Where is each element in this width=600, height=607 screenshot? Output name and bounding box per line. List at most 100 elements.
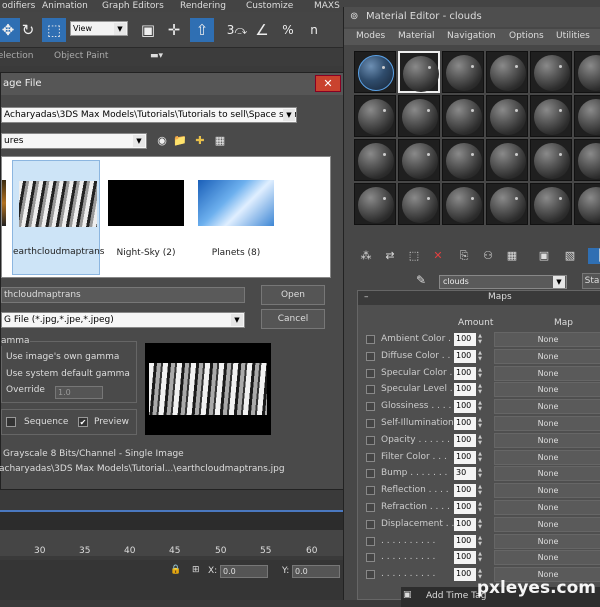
map-slot-button[interactable]: None <box>494 382 600 398</box>
material-slot[interactable] <box>398 139 440 181</box>
map-enable-checkbox[interactable] <box>366 435 375 445</box>
material-slot[interactable] <box>354 51 396 93</box>
material-slot[interactable] <box>398 51 440 93</box>
put-to-scene-icon[interactable]: ⇄ <box>382 248 398 264</box>
map-enable-checkbox[interactable] <box>366 553 375 563</box>
spinner-icon[interactable]: ▲ ▼ <box>477 484 483 497</box>
view-menu-icon[interactable]: ▦ <box>213 134 227 148</box>
material-name-input[interactable]: clouds ▼ <box>439 275 567 289</box>
track-bar[interactable]: 30 35 40 45 50 55 60 <box>0 530 345 556</box>
spinner-icon[interactable]: ▲ ▼ <box>477 467 483 480</box>
assign-material-icon[interactable]: ⬚ <box>406 248 422 264</box>
sequence-checkbox[interactable] <box>6 417 16 427</box>
unique-icon[interactable]: ⚇ <box>480 248 496 264</box>
x-coord-input[interactable]: 0.0 <box>220 565 268 578</box>
spinner-icon[interactable]: ▲ ▼ <box>477 367 483 380</box>
new-folder-icon[interactable]: ✚ <box>193 134 207 148</box>
material-slot[interactable] <box>530 95 572 137</box>
map-slot-button[interactable]: None <box>494 332 600 347</box>
spinner-icon[interactable]: ▲ ▼ <box>477 333 483 346</box>
material-slot[interactable] <box>486 51 528 93</box>
map-amount-input[interactable]: 100 <box>454 501 476 514</box>
map-enable-checkbox[interactable] <box>366 368 375 378</box>
menu-rendering[interactable]: Rendering <box>180 0 226 12</box>
map-amount-input[interactable]: 100 <box>454 551 476 565</box>
material-type-button[interactable]: Sta <box>582 273 600 289</box>
spinner-icon[interactable]: ▲ ▼ <box>477 383 483 396</box>
map-enable-checkbox[interactable] <box>366 486 375 496</box>
map-enable-checkbox[interactable] <box>366 419 375 428</box>
rotate-icon[interactable]: ↻ <box>16 18 40 42</box>
map-enable-checkbox[interactable] <box>366 503 375 512</box>
gamma-override-input[interactable]: 1.0 <box>55 386 103 399</box>
absolute-mode-icon[interactable]: ⊞ <box>192 565 200 575</box>
menu-modes[interactable]: Modes <box>356 31 385 41</box>
close-icon[interactable]: ✕ <box>315 75 341 92</box>
material-slot[interactable] <box>442 139 484 181</box>
map-enable-checkbox[interactable] <box>366 335 375 344</box>
material-slot[interactable] <box>442 51 484 93</box>
map-slot-button[interactable]: None <box>494 533 600 549</box>
material-slot[interactable] <box>354 139 396 181</box>
map-amount-input[interactable]: 100 <box>454 417 476 430</box>
list-item[interactable]: Night-Sky (2) <box>102 160 190 275</box>
menu-modifiers[interactable]: odifiers <box>2 0 35 12</box>
show-end-result-icon[interactable]: ▧ <box>562 248 578 264</box>
tab-selection[interactable]: Selection <box>0 51 33 61</box>
tab-object-paint[interactable]: Object Paint <box>54 51 108 61</box>
copy-material-icon[interactable]: ⎘ <box>456 248 472 264</box>
menu-graph-editors[interactable]: Graph Editors <box>102 0 164 12</box>
spinner-icon[interactable]: ▲ ▼ <box>477 417 483 430</box>
reset-map-icon[interactable]: ✕ <box>430 248 446 264</box>
material-slot[interactable] <box>530 139 572 181</box>
map-enable-checkbox[interactable] <box>366 469 375 479</box>
scale-icon[interactable]: ⬚ <box>42 18 66 42</box>
map-amount-input[interactable]: 100 <box>454 400 476 414</box>
transform-gizmo-icon[interactable]: ✛ <box>162 18 186 42</box>
map-amount-input[interactable]: 100 <box>454 517 476 531</box>
open-button[interactable]: Open <box>261 285 325 305</box>
map-amount-input[interactable]: 100 <box>454 349 476 363</box>
get-material-icon[interactable]: ⁂ <box>358 248 374 264</box>
file-type-select[interactable]: G File (*.jpg,*.jpe,*.jpeg) ▼ <box>1 312 245 328</box>
material-slot[interactable] <box>530 183 572 225</box>
map-slot-button[interactable]: None <box>494 516 600 532</box>
map-enable-checkbox[interactable] <box>366 570 375 580</box>
menu-animation[interactable]: Animation <box>42 0 88 12</box>
map-amount-input[interactable]: 100 <box>454 383 476 397</box>
material-slot[interactable] <box>574 183 600 225</box>
map-enable-checkbox[interactable] <box>366 536 375 546</box>
map-slot-button[interactable]: None <box>494 348 600 364</box>
maps-rollout-header[interactable]: – Maps <box>358 291 600 305</box>
material-slot[interactable] <box>574 139 600 181</box>
spinner-icon[interactable]: ▲ ▼ <box>477 535 483 548</box>
material-slot[interactable] <box>530 51 572 93</box>
menu-utilities[interactable]: Utilities <box>556 31 590 41</box>
reference-coordinate-select[interactable]: View ▼ <box>70 21 128 36</box>
map-slot-button[interactable]: None <box>494 449 600 465</box>
spinner-icon[interactable]: ▲ ▼ <box>477 451 483 464</box>
map-enable-checkbox[interactable] <box>366 385 375 395</box>
list-item[interactable]: earthcloudmaptrans <box>12 160 105 275</box>
spinner-icon[interactable]: ▲ ▼ <box>477 400 483 413</box>
menu-navigation[interactable]: Navigation <box>447 31 496 41</box>
map-amount-input[interactable]: 100 <box>454 333 476 346</box>
spinner-icon[interactable]: ▲ ▼ <box>477 518 483 531</box>
map-enable-checkbox[interactable] <box>366 519 375 529</box>
map-slot-button[interactable]: None <box>494 432 600 448</box>
material-slot[interactable] <box>574 51 600 93</box>
time-slider[interactable] <box>0 510 345 530</box>
manipulate-icon[interactable]: ⇧ <box>190 18 214 42</box>
material-slot[interactable] <box>486 95 528 137</box>
material-id-icon[interactable]: ▦ <box>504 248 520 264</box>
material-slot[interactable] <box>442 95 484 137</box>
gamma-system-label[interactable]: Use system default gamma <box>6 369 130 379</box>
menu-options[interactable]: Options <box>509 31 544 41</box>
map-slot-button[interactable]: None <box>494 399 600 415</box>
material-slot[interactable] <box>442 183 484 225</box>
map-amount-input[interactable]: 100 <box>454 568 476 582</box>
y-coord-input[interactable]: 0.0 <box>292 565 340 578</box>
spinner-icon[interactable]: ▲ ▼ <box>477 551 483 564</box>
map-enable-checkbox[interactable] <box>366 351 375 361</box>
spinner-snap-icon[interactable]: n <box>302 18 326 42</box>
